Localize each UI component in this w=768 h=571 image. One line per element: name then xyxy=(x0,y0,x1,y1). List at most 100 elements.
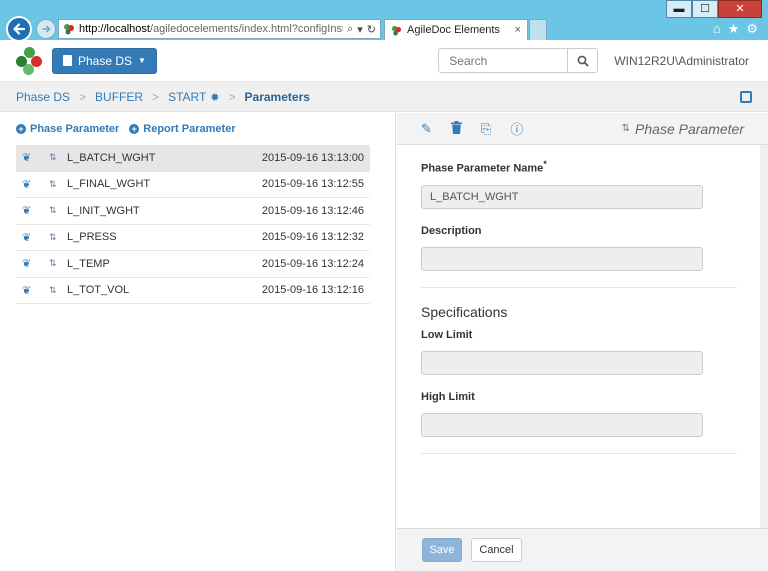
parameter-type-icon: ⇅ xyxy=(49,231,57,242)
specifications-heading: Specifications xyxy=(421,303,508,320)
parameter-name: L_BATCH_WGHT xyxy=(67,151,156,164)
home-icon[interactable]: ⌂ xyxy=(713,21,721,37)
list-item[interactable]: ❦ ⇅ L_PRESS 2015-09-16 13:12:32 xyxy=(16,225,370,251)
start-state-icon: ✹ xyxy=(210,91,220,104)
leaf-icon: ❦ xyxy=(22,152,32,165)
edit-page-icon[interactable] xyxy=(740,90,752,103)
parameter-name-field[interactable]: L_BATCH_WGHT xyxy=(421,184,703,209)
search-button[interactable] xyxy=(568,48,599,73)
parameter-timestamp: 2015-09-16 13:12:16 xyxy=(261,284,364,297)
parameter-name: L_PRESS xyxy=(67,231,117,244)
list-item[interactable]: ❦ ⇅ L_INIT_WGHT 2015-09-16 13:12:46 xyxy=(16,198,370,225)
low-limit-field[interactable] xyxy=(421,350,703,375)
tab-title: AgileDoc Elements xyxy=(407,24,500,36)
trash-icon[interactable] xyxy=(450,120,462,137)
address-bar[interactable]: http://localhost/agiledocelements/index.… xyxy=(58,19,381,39)
cancel-button[interactable]: Cancel xyxy=(471,538,522,562)
leaf-icon: ❦ xyxy=(22,284,32,297)
add-phase-parameter-button[interactable]: + Phase Parameter xyxy=(16,123,119,135)
copy-icon[interactable]: ⎘ xyxy=(481,121,491,137)
parameter-type-icon: ⇅ xyxy=(49,205,57,216)
required-mark: * xyxy=(543,159,547,169)
parameter-type-icon: ⇅ xyxy=(49,258,57,269)
top-navbar: Phase DS ▼ WIN12R2U\Administrator xyxy=(0,40,768,82)
parameter-name: L_FINAL_WGHT xyxy=(67,178,151,191)
tab-favicon-icon xyxy=(391,25,402,36)
back-button[interactable] xyxy=(6,16,32,42)
browser-toolbar-icons: ⌂ ★ ⚙ xyxy=(713,21,758,37)
plus-circle-icon: + xyxy=(129,124,140,134)
user-name[interactable]: WIN12R2U\Administrator xyxy=(614,54,749,68)
info-icon[interactable]: ⓘ xyxy=(510,119,523,138)
breadcrumb-separator: > xyxy=(228,89,236,104)
star-icon[interactable]: ★ xyxy=(728,21,740,37)
search-icon[interactable]: ⌕ xyxy=(347,23,353,36)
breadcrumb-buffer[interactable]: BUFFER xyxy=(95,90,143,104)
pencil-icon[interactable]: ✎ xyxy=(421,121,432,137)
breadcrumb-parameters: Parameters xyxy=(244,89,310,104)
high-limit-label: High Limit xyxy=(421,390,475,403)
close-tab-icon[interactable]: × xyxy=(515,24,521,36)
detail-toolbar: ✎ ⎘ ⓘ ⇅ Phase Parameter xyxy=(397,113,768,145)
parameter-name: L_TOT_VOL xyxy=(67,284,130,297)
parameter-timestamp: 2015-09-16 13:12:55 xyxy=(261,178,364,191)
panel-title: ⇅ Phase Parameter xyxy=(622,121,744,137)
plus-circle-icon: + xyxy=(16,124,26,134)
app-logo[interactable] xyxy=(16,46,44,75)
refresh-icon[interactable]: ↻ xyxy=(367,23,376,36)
list-item[interactable]: ❦ ⇅ L_FINAL_WGHT 2015-09-16 13:12:55 xyxy=(16,172,370,198)
app-page: Phase DS ▼ WIN12R2U\Administrator Phase … xyxy=(0,40,768,571)
list-actions: + Phase Parameter + Report Parameter xyxy=(0,113,395,145)
form-footer: Save Cancel xyxy=(397,528,768,571)
parameter-type-icon: ⇅ xyxy=(621,123,631,134)
parameter-detail-panel: ✎ ⎘ ⓘ ⇅ Phase Parameter Phase Parameter … xyxy=(397,113,768,571)
maximize-button[interactable]: ☐ xyxy=(692,0,718,18)
low-limit-label: Low Limit xyxy=(421,328,473,341)
parameter-name: L_INIT_WGHT xyxy=(67,204,140,217)
parameter-name: L_TEMP xyxy=(67,257,110,270)
parameter-list-panel: + Phase Parameter + Report Parameter ❦ ⇅… xyxy=(0,113,396,571)
list-item[interactable]: ❦ ⇅ L_TEMP 2015-09-16 13:12:24 xyxy=(16,251,370,278)
parameter-timestamp: 2015-09-16 13:13:00 xyxy=(261,151,364,164)
logo-dot-right xyxy=(31,55,42,67)
divider xyxy=(421,286,737,288)
breadcrumb-start[interactable]: START ✹ xyxy=(168,90,219,104)
description-label: Description xyxy=(421,224,482,237)
minimize-button[interactable]: ▬ xyxy=(666,0,692,18)
list-item[interactable]: ❦ ⇅ L_TOT_VOL 2015-09-16 13:12:16 xyxy=(16,278,370,304)
breadcrumb-phase-ds[interactable]: Phase DS xyxy=(16,90,70,104)
breadcrumb-start-label: START xyxy=(168,89,207,104)
browser-tab[interactable]: AgileDoc Elements × xyxy=(384,19,528,40)
save-button[interactable]: Save xyxy=(422,538,462,562)
gear-icon[interactable]: ⚙ xyxy=(746,21,758,37)
arrow-right-icon xyxy=(42,25,51,33)
address-tools: ⌕ ▾ ↻ xyxy=(343,23,380,36)
description-field[interactable] xyxy=(421,246,703,271)
new-tab-button[interactable] xyxy=(529,19,547,40)
logo-dot-bottom xyxy=(23,63,34,75)
name-label: Phase Parameter Name* xyxy=(421,159,547,175)
add-report-parameter-label: Report Parameter xyxy=(143,123,236,135)
parameter-type-icon: ⇅ xyxy=(49,284,57,295)
high-limit-field[interactable] xyxy=(421,412,703,437)
leaf-icon: ❦ xyxy=(22,205,32,218)
search-input[interactable] xyxy=(438,48,569,73)
url-text[interactable]: http://localhost/agiledocelements/index.… xyxy=(79,23,343,35)
list-item[interactable]: ❦ ⇅ L_BATCH_WGHT 2015-09-16 13:13:00 xyxy=(16,145,370,172)
window-controls: ▬ ☐ ✕ xyxy=(666,0,762,18)
breadcrumb-separator: > xyxy=(79,89,87,104)
add-report-parameter-button[interactable]: + Report Parameter xyxy=(129,123,236,135)
phase-ds-label: Phase DS xyxy=(78,53,133,68)
forward-button[interactable] xyxy=(36,19,56,39)
parameter-timestamp: 2015-09-16 13:12:32 xyxy=(261,231,364,244)
breadcrumb-separator: > xyxy=(152,89,160,104)
breadcrumb: Phase DS > BUFFER > START ✹ > Parameters xyxy=(0,82,768,112)
form-scrollbar[interactable] xyxy=(762,145,767,518)
site-favicon xyxy=(63,23,75,35)
browser-chrome: ▬ ☐ ✕ http://localhost/agiledocelements/… xyxy=(0,0,768,42)
dropdown-icon[interactable]: ▾ xyxy=(357,23,363,36)
close-window-button[interactable]: ✕ xyxy=(718,0,762,18)
magnifier-icon xyxy=(577,55,589,67)
leaf-icon: ❦ xyxy=(22,258,32,271)
phase-ds-dropdown-button[interactable]: Phase DS ▼ xyxy=(52,47,157,74)
